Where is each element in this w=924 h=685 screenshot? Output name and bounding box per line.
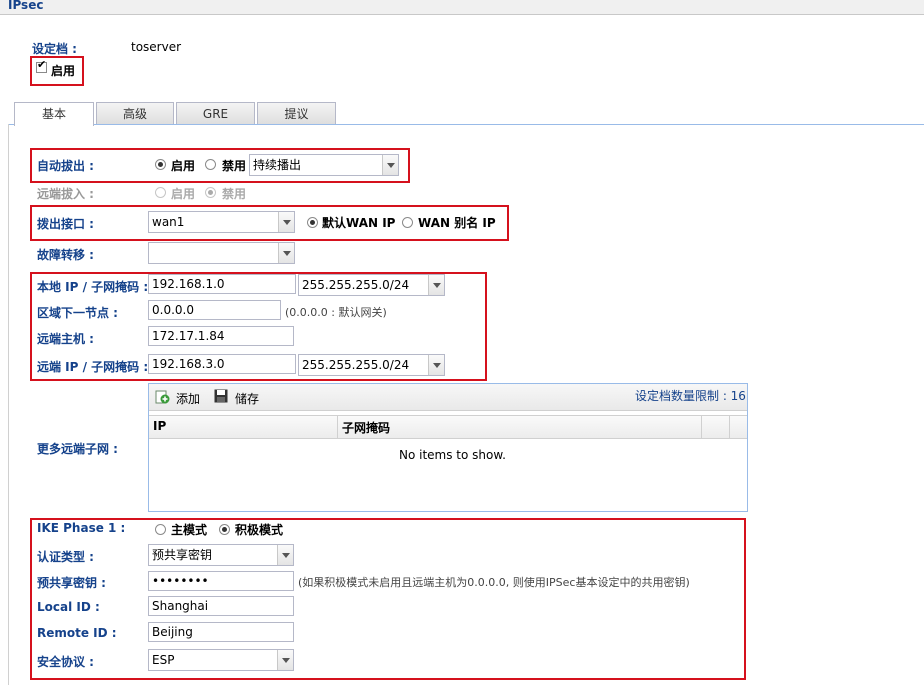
- security-protocol-value: ESP: [152, 653, 175, 667]
- column-separator: [337, 416, 338, 438]
- remote-ip-input[interactable]: 192.168.3.0: [148, 354, 296, 374]
- default-wan-ip-label: 默认WAN IP: [322, 216, 396, 230]
- grid-empty-text: No items to show.: [399, 448, 506, 462]
- checkmark-icon: ✔: [37, 58, 47, 71]
- aggressive-mode-radio[interactable]: [219, 524, 230, 535]
- floppy-disk-icon: [214, 389, 228, 403]
- next-hop-hint: (0.0.0.0 : 默认网关): [285, 306, 387, 319]
- remote-dialin-disable-radio: [205, 187, 216, 198]
- auto-dialout-disable-label: 禁用: [222, 159, 247, 173]
- auto-dialout-enable-label: 启用: [171, 159, 196, 173]
- auto-dialout-disable-radio[interactable]: [205, 159, 216, 170]
- local-id-input[interactable]: Shanghai: [148, 596, 294, 616]
- chevron-down-icon: [277, 650, 293, 670]
- add-button[interactable]: [155, 389, 170, 404]
- chevron-down-icon: [277, 545, 293, 565]
- remote-host-label: 远端主机 :: [37, 332, 94, 346]
- remote-mask-select[interactable]: 255.255.255.0/24: [298, 354, 445, 376]
- more-subnets-grid: 添加 储存 设定档数量限制 : 16 IP 子网掩码 No items to s…: [148, 383, 748, 512]
- panel-border: [8, 124, 9, 685]
- dialout-interface-value: wan1: [152, 215, 185, 229]
- tab-gre[interactable]: GRE: [176, 102, 255, 124]
- profile-limit: 设定档数量限制 : 16: [635, 389, 746, 403]
- chevron-down-icon: [428, 355, 444, 375]
- add-icon: [155, 390, 170, 404]
- remote-ip-label: 远端 IP / 子网掩码 :: [37, 360, 149, 374]
- psk-hint: (如果积极模式未启用且远端主机为0.0.0.0, 则使用IPSec基本设定中的共…: [298, 576, 690, 589]
- dialout-interface-select[interactable]: wan1: [148, 211, 295, 233]
- local-ip-input[interactable]: 192.168.1.0: [148, 274, 296, 294]
- local-mask-value: 255.255.255.0/24: [302, 278, 410, 292]
- failover-label: 故障转移 :: [37, 248, 94, 262]
- auto-dialout-mode-value: 持续播出: [253, 158, 302, 172]
- dialout-interface-label: 拨出接口 :: [37, 217, 94, 231]
- save-button[interactable]: [214, 389, 228, 403]
- profile-label: 设定档 :: [32, 42, 77, 56]
- add-button-label[interactable]: 添加: [176, 390, 200, 407]
- enable-label: 启用: [51, 64, 76, 78]
- tab-advanced[interactable]: 高级: [96, 102, 174, 124]
- main-mode-label: 主模式: [171, 523, 208, 537]
- tab-proposal[interactable]: 提议: [257, 102, 336, 124]
- aggressive-mode-label: 积极模式: [235, 523, 284, 537]
- auth-type-label: 认证类型 :: [37, 550, 94, 564]
- wan-alias-ip-label: WAN 别名 IP: [418, 216, 496, 230]
- default-wan-ip-radio[interactable]: [307, 217, 318, 228]
- profile-name: toserver: [131, 40, 182, 54]
- enable-checkbox[interactable]: ✔: [36, 58, 47, 73]
- more-subnets-label: 更多远端子网 :: [37, 442, 118, 456]
- remote-dialin-enable-radio: [155, 187, 166, 198]
- auto-dialout-label: 自动拔出 :: [37, 159, 94, 173]
- auto-dialout-enable-radio[interactable]: [155, 159, 166, 170]
- chevron-down-icon: [382, 155, 398, 175]
- tab-underline: [8, 124, 924, 125]
- remote-host-input[interactable]: 172.17.1.84: [148, 326, 294, 346]
- chevron-down-icon: [278, 243, 294, 263]
- window-title: IPsec: [8, 0, 44, 12]
- local-id-label: Local ID :: [37, 600, 100, 614]
- remote-mask-value: 255.255.255.0/24: [302, 358, 410, 372]
- next-hop-input[interactable]: 0.0.0.0: [148, 300, 281, 320]
- chevron-down-icon: [428, 275, 444, 295]
- next-hop-label: 区域下一节点 :: [37, 306, 118, 320]
- security-protocol-select[interactable]: ESP: [148, 649, 294, 671]
- remote-dialin-label: 远端拔入 :: [37, 187, 94, 201]
- main-mode-radio[interactable]: [155, 524, 166, 535]
- wan-alias-ip-radio[interactable]: [402, 217, 413, 228]
- tab-basic[interactable]: 基本: [14, 102, 94, 126]
- remote-id-input[interactable]: Beijing: [148, 622, 294, 642]
- chevron-down-icon: [278, 212, 294, 232]
- remote-dialin-disable-label: 禁用: [222, 187, 247, 201]
- grid-header: IP 子网掩码: [149, 415, 747, 439]
- column-separator: [701, 416, 702, 438]
- auto-dialout-mode-select[interactable]: 持续播出: [249, 154, 399, 176]
- psk-input[interactable]: ••••••••: [148, 571, 294, 591]
- remote-dialin-enable-label: 启用: [171, 187, 196, 201]
- grid-toolbar: 添加 储存 设定档数量限制 : 16: [149, 384, 747, 411]
- save-button-label[interactable]: 储存: [235, 390, 259, 407]
- auth-type-value: 预共享密钥: [152, 548, 213, 562]
- remote-id-label: Remote ID :: [37, 626, 117, 640]
- column-separator: [729, 416, 730, 438]
- auth-type-select[interactable]: 预共享密钥: [148, 544, 294, 566]
- failover-select[interactable]: [148, 242, 295, 264]
- local-ip-label: 本地 IP / 子网掩码 :: [37, 280, 149, 294]
- window-titlebar: IPsec: [0, 0, 924, 15]
- local-mask-select[interactable]: 255.255.255.0/24: [298, 274, 445, 296]
- column-subnet-mask[interactable]: 子网掩码: [342, 419, 390, 436]
- security-protocol-label: 安全协议 :: [37, 655, 94, 669]
- ike-highlight: [30, 518, 746, 680]
- ike-phase1-label: IKE Phase 1 :: [37, 521, 126, 535]
- psk-label: 预共享密钥 :: [37, 576, 106, 590]
- column-ip[interactable]: IP: [153, 419, 166, 433]
